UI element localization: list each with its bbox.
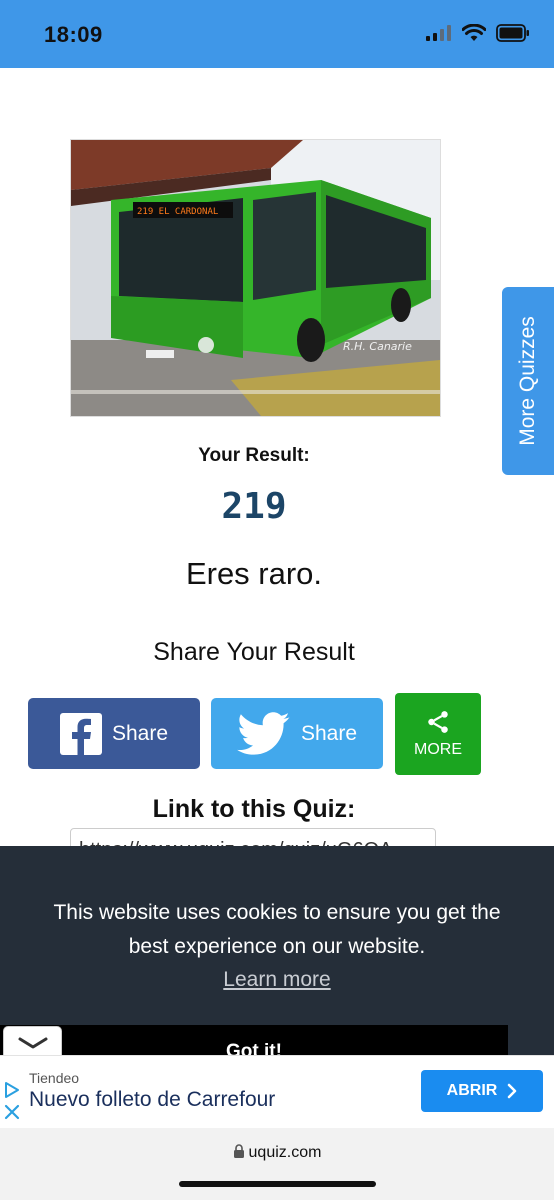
facebook-icon	[59, 712, 102, 755]
result-image: 219 EL CARDONAL R.H. Canarie	[70, 139, 441, 417]
share-heading: Share Your Result	[153, 638, 355, 666]
ad-banner[interactable]: Tiendeo Nuevo folleto de Carrefour ABRIR	[0, 1055, 554, 1129]
ad-open-button[interactable]: ABRIR	[421, 1070, 543, 1112]
ad-title[interactable]: Nuevo folleto de Carrefour	[29, 1088, 275, 1112]
url-display[interactable]: uquiz.com	[0, 1144, 554, 1162]
share-icon	[428, 711, 448, 733]
twitter-icon	[237, 711, 290, 755]
browser-address-bar[interactable]: uquiz.com	[0, 1128, 554, 1200]
status-icons	[426, 24, 530, 42]
status-bar: 18:09	[0, 0, 554, 68]
chevron-down-icon	[18, 1037, 47, 1049]
lock-icon	[233, 1144, 244, 1158]
adchoices-icon[interactable]	[2, 1080, 22, 1100]
twitter-share-label: Share	[300, 721, 358, 745]
ad-choices[interactable]	[2, 1080, 22, 1122]
more-share-button[interactable]: MORE	[395, 693, 481, 775]
result-description: Eres raro.	[185, 556, 323, 591]
cookie-banner: This website uses cookies to ensure you …	[0, 846, 554, 1066]
close-icon[interactable]	[2, 1102, 22, 1122]
facebook-share-button[interactable]: Share	[28, 698, 200, 769]
cookie-message: This website uses cookies to ensure you …	[53, 901, 501, 958]
more-share-label: MORE	[414, 741, 462, 758]
ad-source: Tiendeo	[29, 1070, 80, 1086]
status-time: 18:09	[44, 22, 103, 47]
ad-open-label: ABRIR	[446, 1082, 498, 1099]
result-value: 219	[221, 486, 287, 527]
more-quizzes-label: More Quizzes	[516, 316, 539, 446]
signal-icon	[426, 25, 451, 41]
chevron-right-icon	[508, 1083, 517, 1099]
wifi-icon	[462, 24, 486, 41]
bus-photo: 219 EL CARDONAL R.H. Canarie	[71, 140, 440, 416]
url-text: uquiz.com	[248, 1144, 322, 1161]
result-label: Your Result:	[198, 445, 310, 466]
battery-icon	[496, 24, 529, 42]
learn-more-link[interactable]: Learn more	[0, 968, 554, 992]
svg-text:219 EL CARDONAL: 219 EL CARDONAL	[137, 207, 218, 217]
link-heading: Link to this Quiz:	[152, 795, 356, 823]
facebook-share-label: Share	[111, 721, 169, 745]
more-quizzes-tab[interactable]: More Quizzes	[502, 287, 554, 475]
home-indicator[interactable]	[179, 1181, 376, 1187]
svg-text:R.H. Canarie: R.H. Canarie	[343, 340, 412, 353]
twitter-share-button[interactable]: Share	[211, 698, 383, 769]
